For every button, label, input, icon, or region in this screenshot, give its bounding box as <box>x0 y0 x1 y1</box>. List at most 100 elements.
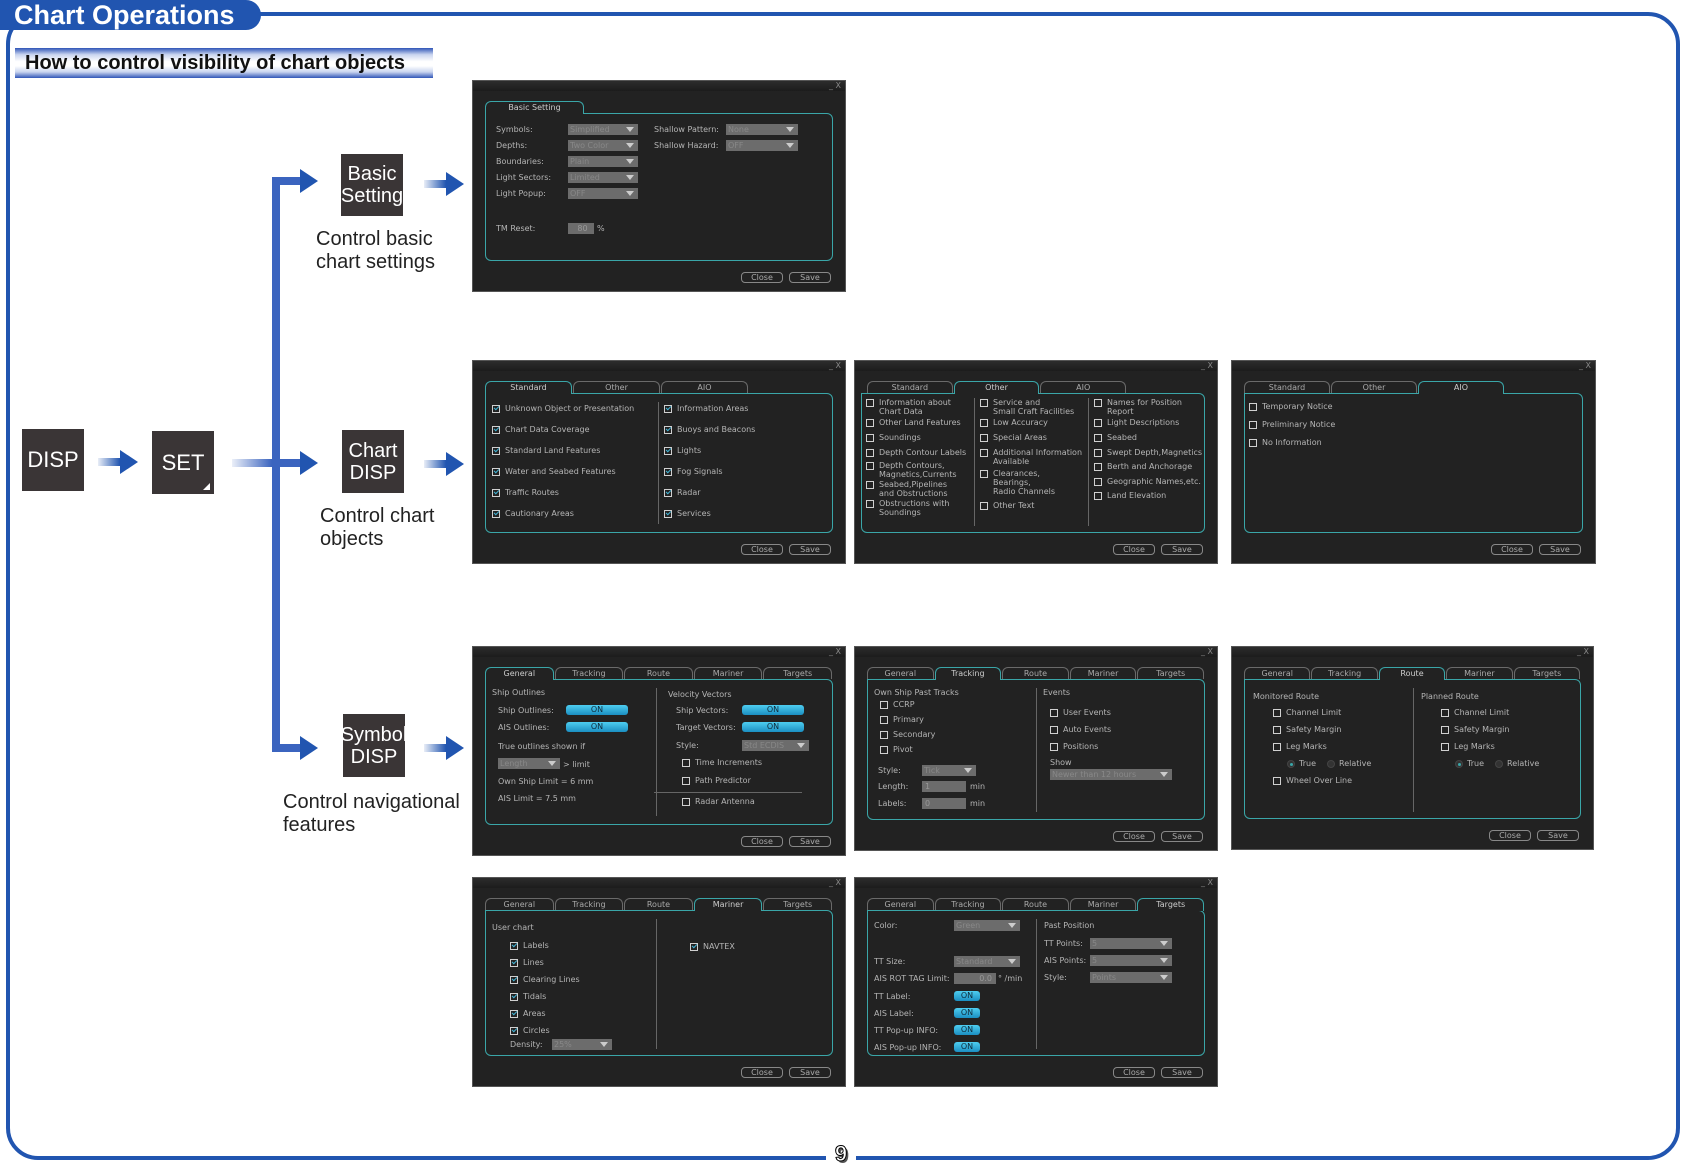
close-button[interactable]: Close <box>741 836 783 847</box>
close-button[interactable]: Close <box>741 272 783 283</box>
field-select[interactable]: OFF <box>726 140 798 151</box>
checkbox[interactable] <box>492 489 500 497</box>
close-button[interactable]: Close <box>1491 544 1533 555</box>
tm-reset-input[interactable]: 80 <box>568 223 594 234</box>
checkbox[interactable] <box>682 798 690 806</box>
checkbox[interactable] <box>866 449 874 457</box>
ais-outlines-toggle[interactable]: ON <box>566 722 628 732</box>
checkbox[interactable] <box>1273 743 1281 751</box>
checkbox-row[interactable]: Obstructions with Soundings <box>866 499 949 517</box>
checkbox[interactable] <box>980 502 988 510</box>
checkbox[interactable] <box>510 993 518 1001</box>
field-select[interactable]: Limited <box>568 172 638 183</box>
checkbox-row[interactable]: Secondary <box>880 730 935 739</box>
checkbox[interactable] <box>1050 743 1058 751</box>
checkbox[interactable] <box>682 777 690 785</box>
checkbox-row[interactable]: Channel Limit <box>1441 708 1509 717</box>
checkbox-row[interactable]: Path Predictor <box>682 776 751 785</box>
set-key[interactable]: SET <box>152 431 214 494</box>
checkbox[interactable] <box>492 426 500 434</box>
checkbox-row[interactable]: User Events <box>1050 708 1111 717</box>
save-button[interactable]: Save <box>1161 1067 1203 1078</box>
tab-tracking[interactable]: Tracking <box>554 898 624 910</box>
checkbox-row[interactable]: CCRP <box>880 700 915 709</box>
window-controls[interactable]: _ X <box>1201 647 1213 656</box>
tab-aio[interactable]: AIO <box>661 381 748 393</box>
radio-button[interactable] <box>1327 760 1335 768</box>
tab-general[interactable]: General <box>485 667 554 680</box>
checkbox-row[interactable]: Primary <box>880 715 924 724</box>
checkbox[interactable] <box>1441 743 1449 751</box>
save-button[interactable]: Save <box>789 544 831 555</box>
checkbox-row[interactable]: Lines <box>510 958 544 967</box>
checkbox[interactable] <box>866 434 874 442</box>
checkbox[interactable] <box>664 489 672 497</box>
window-controls[interactable]: _ X <box>829 361 841 370</box>
checkbox[interactable] <box>880 701 888 709</box>
toggle-switch[interactable]: ON <box>954 991 980 1001</box>
checkbox[interactable] <box>682 759 690 767</box>
checkbox[interactable] <box>866 462 874 470</box>
checkbox[interactable] <box>1094 478 1102 486</box>
ship-vectors-toggle[interactable]: ON <box>742 705 804 715</box>
checkbox[interactable] <box>1094 419 1102 427</box>
checkbox-row[interactable]: Chart Data Coverage <box>492 425 590 434</box>
tab-standard[interactable]: Standard <box>1244 381 1330 393</box>
radio-option[interactable]: Relative <box>1327 759 1371 768</box>
disp-key[interactable]: DISP <box>22 429 84 491</box>
radio-button[interactable] <box>1455 760 1463 768</box>
checkbox-row[interactable]: Light Descriptions <box>1094 418 1179 427</box>
toggle-switch[interactable]: ON <box>954 1008 980 1018</box>
checkbox[interactable] <box>1050 726 1058 734</box>
checkbox-row[interactable]: Special Areas <box>980 433 1047 442</box>
close-button[interactable]: Close <box>1113 544 1155 555</box>
checkbox-row[interactable]: Geographic Names,etc. <box>1094 477 1201 486</box>
tab-targets[interactable]: Targets <box>1137 667 1204 679</box>
toggle-switch[interactable]: ON <box>954 1025 980 1035</box>
window-controls[interactable]: _ X <box>1201 361 1213 370</box>
radio-option[interactable]: Relative <box>1495 759 1539 768</box>
checkbox[interactable] <box>492 447 500 455</box>
window-controls[interactable]: _ X <box>1579 361 1591 370</box>
checkbox-row[interactable]: Land Elevation <box>1094 491 1166 500</box>
checkbox-row[interactable]: Buoys and Beacons <box>664 425 755 434</box>
ais-rot-input[interactable]: 0.0 <box>954 973 996 984</box>
checkbox-row[interactable]: Channel Limit <box>1273 708 1341 717</box>
checkbox-row[interactable]: Information about Chart Data <box>866 398 951 416</box>
checkbox[interactable] <box>880 716 888 724</box>
checkbox[interactable] <box>1094 434 1102 442</box>
tab-other[interactable]: Other <box>573 381 660 393</box>
tab-tracking[interactable]: Tracking <box>554 667 624 679</box>
checkbox-row[interactable]: Other Text <box>980 501 1034 510</box>
field-select[interactable]: Simplified <box>568 124 638 135</box>
field-select[interactable]: None <box>726 124 798 135</box>
checkbox-row[interactable]: Time Increments <box>682 758 762 767</box>
tab-mariner[interactable]: Mariner <box>693 898 763 911</box>
tab-tracking[interactable]: Tracking <box>1311 667 1378 679</box>
checkbox-row[interactable]: Safety Margin <box>1273 725 1341 734</box>
tab-mariner[interactable]: Mariner <box>693 667 763 679</box>
checkbox[interactable] <box>1273 709 1281 717</box>
window-controls[interactable]: _ X <box>829 81 841 90</box>
tab-aio[interactable]: AIO <box>1040 381 1127 393</box>
checkbox-row[interactable]: Leg Marks <box>1273 742 1327 751</box>
checkbox-row[interactable]: Tidals <box>510 992 546 1001</box>
checkbox[interactable] <box>664 426 672 434</box>
checkbox-row[interactable]: Low Accuracy <box>980 418 1048 427</box>
toggle-switch[interactable]: ON <box>954 1042 980 1052</box>
tab-general[interactable]: General <box>867 898 934 910</box>
checkbox[interactable] <box>880 731 888 739</box>
tab-tracking[interactable]: Tracking <box>934 898 1002 910</box>
checkbox-row[interactable]: Labels <box>510 941 549 950</box>
save-button[interactable]: Save <box>1537 830 1579 841</box>
checkbox[interactable] <box>980 399 988 407</box>
checkbox[interactable] <box>866 419 874 427</box>
tab-other[interactable]: Other <box>953 381 1040 394</box>
checkbox[interactable] <box>690 943 698 951</box>
close-button[interactable]: Close <box>741 544 783 555</box>
window-controls[interactable]: _ X <box>829 878 841 887</box>
radio-option[interactable]: True <box>1455 759 1484 768</box>
checkbox-row[interactable]: Radar <box>664 488 701 497</box>
checkbox-row[interactable]: Preliminary Notice <box>1249 420 1335 429</box>
target-vectors-toggle[interactable]: ON <box>742 722 804 732</box>
